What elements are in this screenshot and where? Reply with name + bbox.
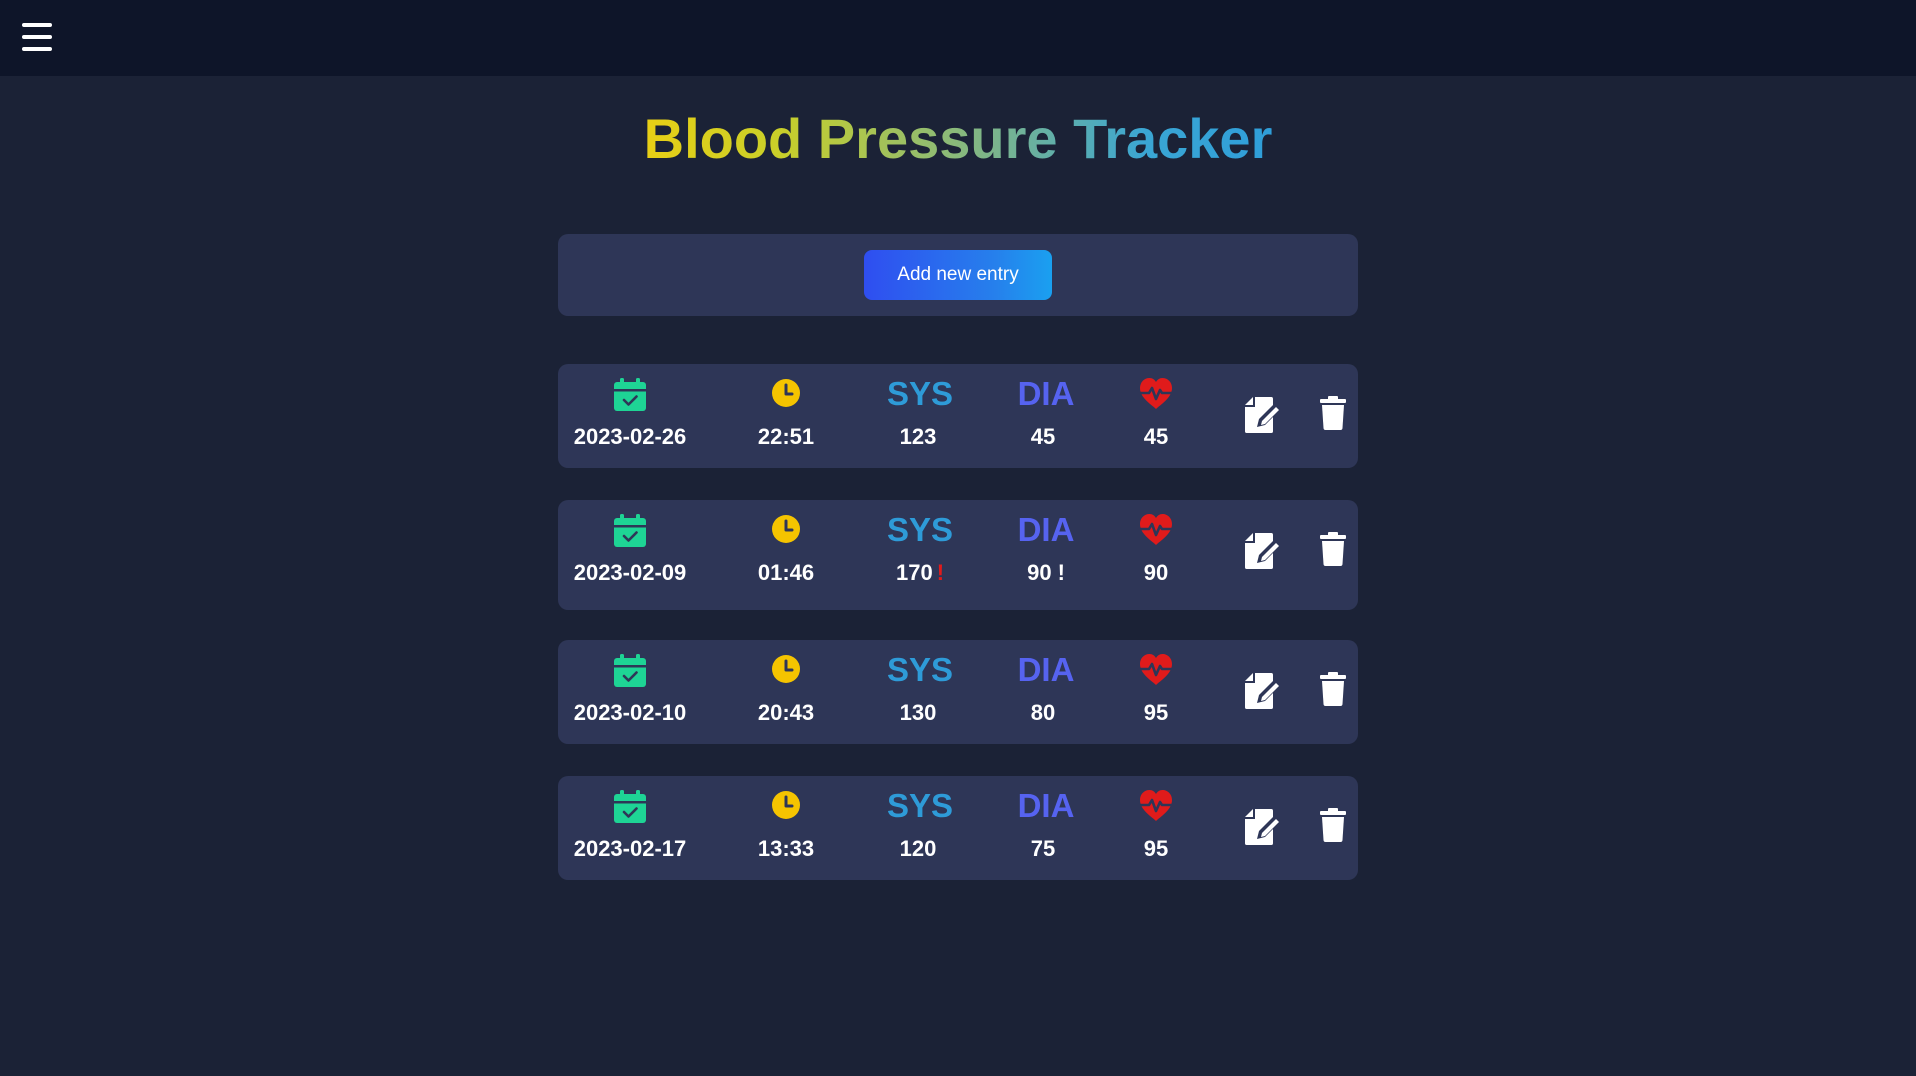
entry-pulse: 45 (1143, 424, 1169, 449)
entry-row: 2023-02-09 01:46 SYS 170! DIA 90! 90 (558, 500, 1358, 610)
hamburger-menu-icon[interactable] (22, 23, 52, 51)
entry-dia: 75 (1030, 836, 1056, 861)
dia-header: DIA (1017, 375, 1075, 412)
entry-date: 2023-02-10 (573, 700, 687, 725)
edit-icon (1245, 533, 1279, 569)
add-new-entry-button[interactable]: Add new entry (864, 250, 1052, 300)
pulse-column: 95 (1136, 776, 1176, 880)
sys-column: SYS 130 (880, 640, 960, 744)
time-column: 01:46 (758, 500, 814, 604)
edit-entry-button[interactable] (1242, 396, 1282, 436)
entry-dia: 90 (1027, 560, 1052, 585)
pulse-column: 45 (1136, 364, 1176, 468)
sys-header: SYS (886, 511, 954, 548)
time-column: 22:51 (758, 364, 814, 468)
entry-sys: 123 (899, 424, 937, 449)
add-entry-panel: Add new entry (558, 234, 1358, 316)
clock-icon (772, 515, 800, 543)
heart-pulse-icon (1140, 378, 1172, 409)
entry-sys: 120 (899, 836, 937, 861)
delete-entry-button[interactable] (1312, 532, 1352, 572)
entry-time: 20:43 (757, 700, 815, 725)
top-bar (0, 0, 1916, 76)
clock-icon (772, 791, 800, 819)
edit-entry-button[interactable] (1242, 532, 1282, 572)
dia-column: DIA 75 (1006, 776, 1086, 880)
dia-header: DIA (1017, 511, 1075, 548)
trash-icon (1320, 532, 1346, 566)
pulse-column: 95 (1136, 640, 1176, 744)
date-column: 2023-02-26 (574, 364, 686, 468)
dia-header: DIA (1017, 651, 1075, 688)
delete-entry-button[interactable] (1312, 672, 1352, 712)
clock-icon (772, 379, 800, 407)
calendar-check-icon (614, 790, 646, 823)
sys-header: SYS (886, 787, 954, 824)
trash-icon (1320, 396, 1346, 430)
calendar-check-icon (614, 654, 646, 687)
edit-icon (1245, 809, 1279, 845)
sys-header: SYS (886, 651, 954, 688)
trash-icon (1320, 808, 1346, 842)
date-column: 2023-02-09 (574, 500, 686, 604)
edit-entry-button[interactable] (1242, 808, 1282, 848)
entry-sys: 130 (899, 700, 937, 725)
date-column: 2023-02-17 (574, 776, 686, 880)
time-column: 20:43 (758, 640, 814, 744)
pulse-column: 90 (1136, 500, 1176, 604)
sys-header: SYS (886, 375, 954, 412)
calendar-check-icon (614, 378, 646, 411)
entry-time: 22:51 (757, 424, 815, 449)
date-column: 2023-02-10 (574, 640, 686, 744)
entry-dia: 80 (1030, 700, 1056, 725)
sys-column: SYS 123 (880, 364, 960, 468)
sys-warning-badge: ! (936, 560, 945, 585)
entry-date: 2023-02-09 (573, 560, 687, 585)
sys-column: SYS 170! (880, 500, 960, 604)
dia-warning-badge: ! (1057, 560, 1065, 585)
calendar-check-icon (614, 514, 646, 547)
dia-column: DIA 80 (1006, 640, 1086, 744)
entry-pulse: 95 (1143, 700, 1169, 725)
entry-pulse: 90 (1143, 560, 1169, 585)
entry-row: 2023-02-26 22:51 SYS 123 DIA 45 45 (558, 364, 1358, 468)
dia-column: DIA 45 (1006, 364, 1086, 468)
entry-time: 13:33 (757, 836, 815, 861)
dia-column: DIA 90! (1006, 500, 1086, 604)
edit-entry-button[interactable] (1242, 672, 1282, 712)
heart-pulse-icon (1140, 790, 1172, 821)
heart-pulse-icon (1140, 654, 1172, 685)
entry-time: 01:46 (757, 560, 815, 585)
delete-entry-button[interactable] (1312, 808, 1352, 848)
delete-entry-button[interactable] (1312, 396, 1352, 436)
page-title: Blood Pressure Tracker (643, 107, 1273, 170)
sys-column: SYS 120 (880, 776, 960, 880)
clock-icon (772, 655, 800, 683)
dia-header: DIA (1017, 787, 1075, 824)
time-column: 13:33 (758, 776, 814, 880)
trash-icon (1320, 672, 1346, 706)
edit-icon (1245, 397, 1279, 433)
heart-pulse-icon (1140, 514, 1172, 545)
entry-pulse: 95 (1143, 836, 1169, 861)
edit-icon (1245, 673, 1279, 709)
entry-dia: 45 (1030, 424, 1056, 449)
entry-sys: 170 (895, 560, 933, 585)
entry-row: 2023-02-17 13:33 SYS 120 DIA 75 95 (558, 776, 1358, 880)
entry-date: 2023-02-17 (573, 836, 687, 861)
entry-date: 2023-02-26 (573, 424, 687, 449)
entry-row: 2023-02-10 20:43 SYS 130 DIA 80 95 (558, 640, 1358, 744)
